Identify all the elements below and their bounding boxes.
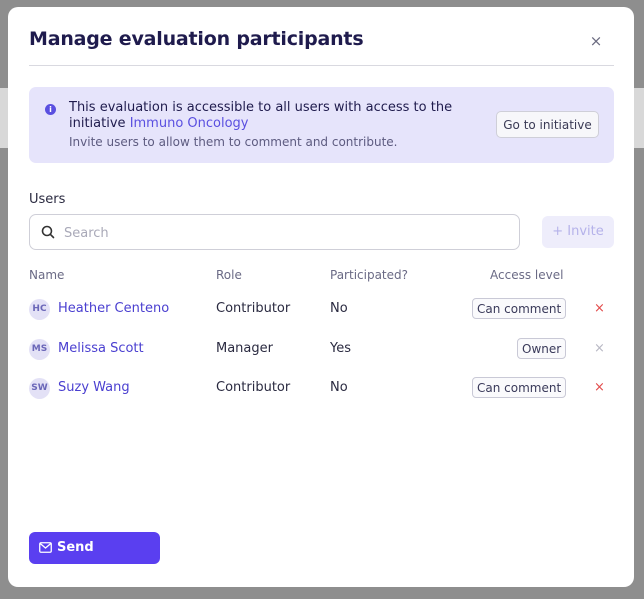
search-field [29, 214, 520, 251]
avatar: HC [29, 299, 50, 320]
info-banner: i This evaluation is accessible to all u… [29, 87, 614, 163]
access-level-select[interactable]: Can comment [472, 298, 567, 319]
remove-icon: × [594, 341, 605, 356]
invite-button[interactable]: + Invite [542, 216, 614, 248]
plus-icon: + [552, 224, 568, 239]
participated-value: Yes [330, 341, 351, 356]
modal-title: Manage evaluation participants [29, 28, 364, 50]
remove-icon[interactable]: × [594, 380, 605, 395]
participants-modal: Manage evaluation participants × i This … [8, 7, 634, 587]
column-header-role: Role [216, 268, 242, 282]
background-page [0, 88, 8, 148]
participant-role: Contributor [216, 380, 291, 395]
avatar: MS [29, 339, 50, 360]
remove-icon[interactable]: × [594, 301, 605, 316]
avatar: SW [29, 378, 50, 399]
access-level-select[interactable]: Can comment [472, 377, 567, 398]
banner-message-text: This evaluation is accessible to all use… [69, 100, 453, 131]
info-icon: i [45, 104, 56, 115]
search-icon [41, 225, 55, 239]
participated-value: No [330, 380, 348, 395]
users-label: Users [29, 192, 66, 207]
access-level-select[interactable]: Owner [517, 338, 567, 359]
close-icon[interactable]: × [588, 33, 604, 49]
participant-row: MS Melissa Scott Manager Yes Owner × [8, 333, 634, 365]
send-reminder-label: Send reminder [57, 540, 125, 587]
participant-name[interactable]: Suzy Wang [58, 380, 130, 395]
participant-name[interactable]: Melissa Scott [58, 341, 144, 356]
initiative-link[interactable]: Immuno Oncology [130, 116, 249, 131]
participant-row: SW Suzy Wang Contributor No Can comment … [8, 372, 634, 404]
participant-role: Contributor [216, 301, 291, 316]
go-to-initiative-button[interactable]: Go to initiative [496, 111, 599, 138]
column-header-participated: Participated? [330, 268, 408, 282]
column-header-name: Name [29, 268, 65, 282]
participant-name[interactable]: Heather Centeno [58, 301, 169, 316]
background-page-right [634, 88, 644, 148]
participant-role: Manager [216, 341, 273, 356]
reminder-highlight: Send reminder [19, 519, 171, 587]
title-divider [29, 65, 614, 66]
participant-row: HC Heather Centeno Contributor No Can co… [8, 293, 634, 325]
banner-subtext: Invite users to allow them to comment an… [69, 135, 398, 149]
mail-icon [39, 542, 52, 553]
send-reminder-button[interactable]: Send reminder [29, 532, 160, 587]
invite-label: Invite [567, 224, 604, 239]
banner-message: This evaluation is accessible to all use… [69, 100, 489, 132]
search-input[interactable] [62, 215, 506, 251]
participated-value: No [330, 301, 348, 316]
column-header-access: Access level [490, 268, 564, 282]
